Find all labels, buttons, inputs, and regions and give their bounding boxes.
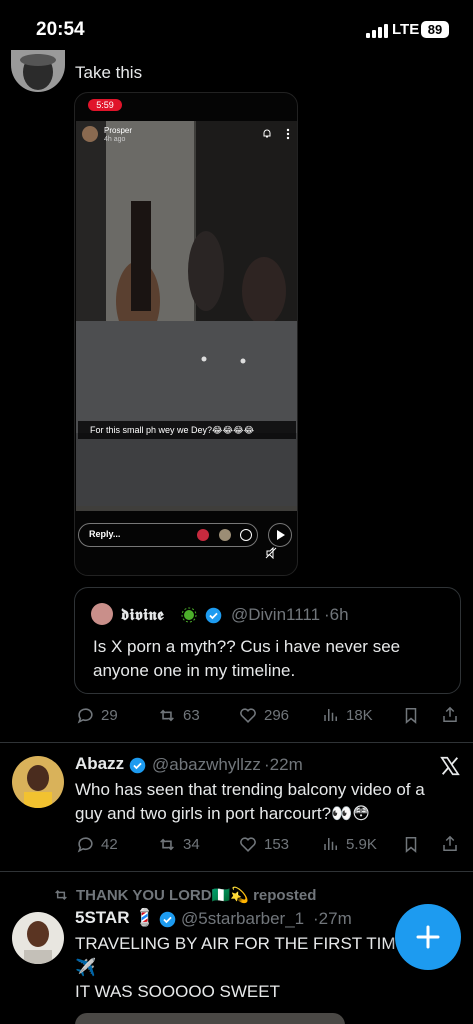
- tweet-text-line1: TRAVELING BY AIR FOR THE FIRST TIM: [75, 934, 396, 953]
- quote-time: ·6h: [324, 605, 349, 624]
- repost-icon: [160, 709, 174, 722]
- more-options-icon[interactable]: [286, 128, 290, 140]
- reply-button[interactable]: 29: [76, 706, 118, 725]
- avatar-reaction-icon[interactable]: [219, 529, 231, 541]
- status-bar: 20:54 LTE 89: [0, 0, 473, 58]
- repost-count: 63: [183, 707, 200, 724]
- author-handle[interactable]: @5starbarber_1: [181, 909, 304, 929]
- reply-placeholder: Reply...: [89, 529, 121, 539]
- repost-button[interactable]: 34: [157, 835, 200, 854]
- tweet-text-line3: IT WAS SOOOOO SWEET: [75, 982, 280, 1001]
- reply-count: 42: [101, 836, 118, 853]
- tweet-media[interactable]: 5:59 Prosper 4h ago For this small ph we…: [74, 92, 298, 576]
- tweet-text-line2: guy and two girls in port harcourt?👀😳: [75, 804, 370, 823]
- status-time: 20:54: [36, 19, 85, 40]
- heart-icon: [240, 837, 256, 852]
- quote-author-handle: @Divin1111: [231, 605, 321, 624]
- heart-reaction-icon[interactable]: [197, 529, 209, 541]
- reply-icon: [77, 837, 93, 853]
- bookmark-icon[interactable]: [402, 835, 420, 854]
- tweet-text: Take this: [75, 63, 143, 82]
- quote-time-value: 6h: [329, 605, 349, 624]
- battery-level: 89: [427, 22, 443, 37]
- tweet-time-value: 27m: [318, 909, 352, 928]
- tweet-text-line1: Who has seen that trending balcony video…: [75, 780, 425, 799]
- x-logo-icon: [440, 756, 460, 776]
- tweet-text-line2: ✈️: [75, 958, 97, 977]
- heart-icon: [240, 708, 256, 723]
- mute-icon[interactable]: [265, 547, 277, 559]
- story-user: Prosper: [104, 126, 133, 135]
- verified-badge-icon: [129, 757, 146, 774]
- views-button[interactable]: 5.9K: [322, 835, 377, 853]
- network-label: LTE: [392, 21, 420, 38]
- reply-input[interactable]: Reply...: [78, 523, 258, 547]
- like-button[interactable]: 296: [238, 706, 289, 725]
- repost-icon: [55, 889, 67, 901]
- views-count: 5.9K: [346, 835, 377, 853]
- bell-icon[interactable]: [262, 129, 272, 139]
- divider: [0, 871, 473, 872]
- reposted-by: THANK YOU LORD🇳🇬💫 reposted: [76, 887, 317, 904]
- avatar[interactable]: [12, 912, 64, 964]
- repost-count: 34: [183, 836, 200, 853]
- reply-button[interactable]: 42: [76, 835, 118, 854]
- views-count: 18K: [346, 706, 373, 724]
- verified-badge-icon: [159, 911, 176, 928]
- views-icon: [324, 709, 337, 721]
- like-count: 153: [264, 836, 290, 853]
- repost-button[interactable]: 63: [157, 706, 200, 725]
- views-icon: [324, 838, 337, 850]
- verified-badge-icon: [205, 607, 222, 624]
- bookmark-icon[interactable]: [402, 706, 420, 725]
- signal-icon: [366, 24, 388, 38]
- battery-icon: 89: [421, 21, 449, 38]
- compose-button[interactable]: [395, 904, 461, 970]
- virus-emoji-icon: [181, 607, 197, 623]
- share-icon[interactable]: [441, 834, 459, 853]
- quote-tweet[interactable]: 𝖉𝖎𝖛𝖎𝖓𝖊 @Divin1111 ·6h Is X porn a myth??…: [74, 587, 461, 694]
- avatar[interactable]: [12, 756, 64, 808]
- tweet-media[interactable]: [75, 1013, 345, 1024]
- quote-text-line2: anyone one in my timeline.: [93, 661, 296, 680]
- share-icon[interactable]: [441, 705, 459, 724]
- quote-avatar: [91, 603, 113, 625]
- emoji-icon[interactable]: [240, 529, 252, 541]
- views-button[interactable]: 18K: [322, 706, 373, 724]
- tweet-time: ·22m: [264, 755, 303, 774]
- like-button[interactable]: 153: [238, 835, 289, 854]
- repost-indicator[interactable]: THANK YOU LORD🇳🇬💫 reposted: [52, 886, 316, 904]
- send-icon: [277, 530, 285, 540]
- story-photo[interactable]: Prosper 4h ago For this small ph wey we …: [76, 121, 297, 511]
- author-handle[interactable]: @abazwhyllzz: [152, 755, 261, 775]
- send-button[interactable]: [268, 523, 292, 547]
- story-time: 5:59: [88, 99, 122, 111]
- author-name[interactable]: 5STAR 💈: [75, 908, 155, 928]
- repost-icon: [160, 838, 174, 851]
- story-avatar: [82, 126, 98, 142]
- tweet-time-value: 22m: [269, 755, 303, 774]
- like-count: 296: [264, 707, 290, 724]
- reply-count: 29: [101, 707, 118, 724]
- avatar[interactable]: [11, 50, 65, 92]
- author-name[interactable]: Abazz: [75, 754, 124, 774]
- divider: [0, 742, 473, 743]
- story-age: 4h ago: [104, 136, 126, 143]
- plus-icon: [416, 925, 440, 949]
- quote-author-name: 𝖉𝖎𝖛𝖎𝖓𝖊: [121, 605, 165, 624]
- reply-icon: [77, 708, 93, 724]
- tweet-time: ·27m: [313, 909, 352, 928]
- story-caption: For this small ph wey we Dey?😂😂😂😂: [78, 421, 296, 439]
- quote-text-line1: Is X porn a myth?? Cus i have never see: [93, 637, 401, 656]
